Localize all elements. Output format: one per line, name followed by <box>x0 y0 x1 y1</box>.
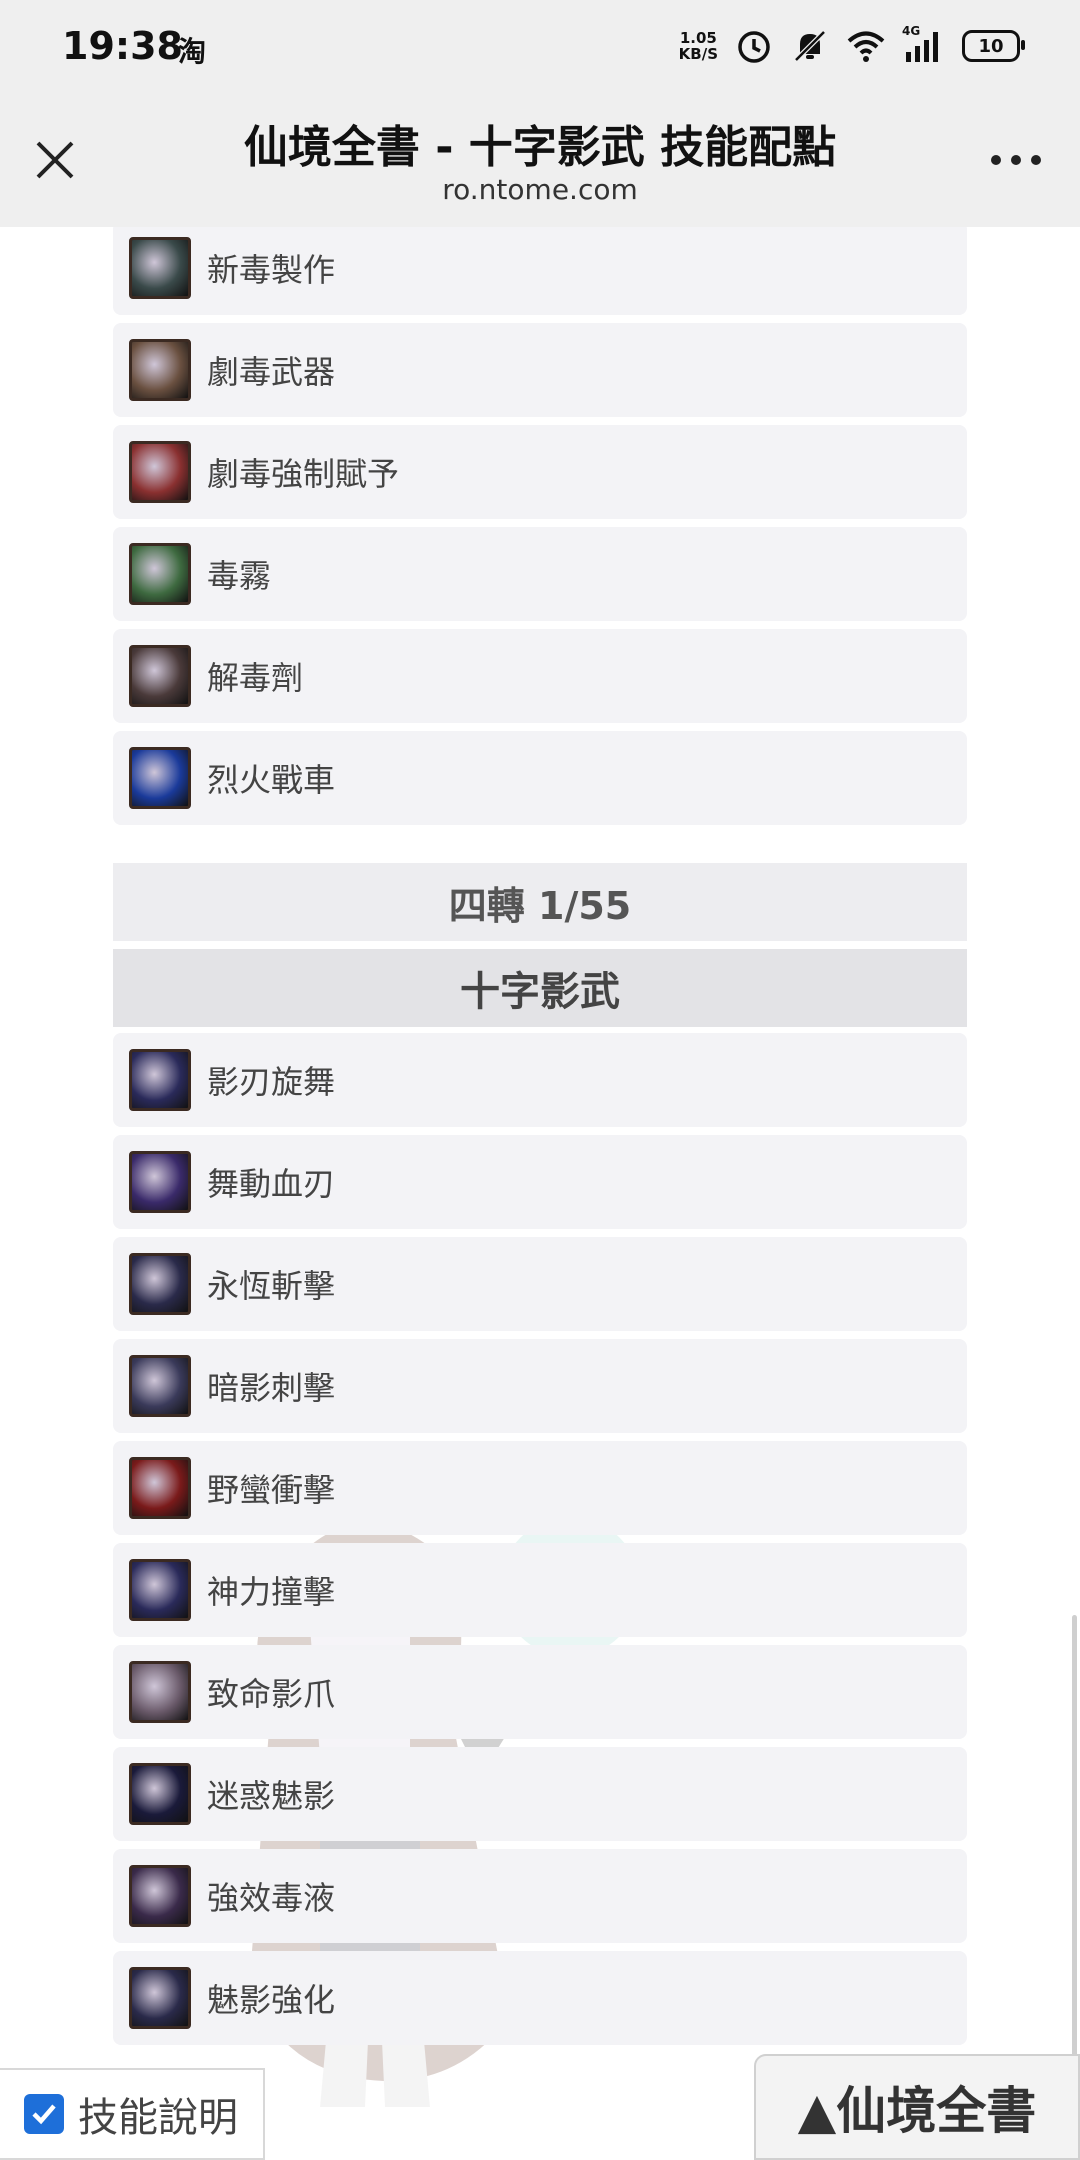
skill-name: 舞動血刃 <box>207 1165 336 1203</box>
skill-row[interactable]: 強效毒液 <box>113 1849 967 1943</box>
skill-name: 影刃旋舞 <box>207 1063 336 1101</box>
skill-name: 神力撞擊 <box>207 1573 336 1611</box>
skill-row[interactable]: 劇毒武器 <box>113 323 967 417</box>
poison-mist-icon <box>129 543 191 605</box>
fourth-job-points-header: 四轉 1/55 <box>113 863 967 941</box>
battery-level: 10 <box>978 35 1004 57</box>
eternal-slash-icon <box>129 1253 191 1315</box>
skill-name: 劇毒強制賦予 <box>207 455 400 493</box>
wifi-icon <box>847 31 885 62</box>
skill-name: 新毒製作 <box>207 251 336 289</box>
poison-enchant-icon <box>129 441 191 503</box>
page-title: 仙境全書 - 十字影武 技能配點 <box>243 122 837 173</box>
checkmark-icon <box>32 2104 56 2125</box>
status-time: 19:38 <box>62 24 183 68</box>
skill-row[interactable]: 烈火戰車 <box>113 731 967 825</box>
skill-name: 永恆斬擊 <box>207 1267 336 1305</box>
skill-name: 強效毒液 <box>207 1879 336 1917</box>
skill-row[interactable]: 毒霧 <box>113 527 967 621</box>
savage-impact-icon <box>129 1457 191 1519</box>
potent-venom-icon <box>129 1865 191 1927</box>
skill-row[interactable]: 魅影強化 <box>113 1951 967 2045</box>
taobao-notification-icon: 淘 <box>178 35 207 68</box>
skill-row[interactable]: 神力撞擊 <box>113 1543 967 1637</box>
skill-name: 烈火戰車 <box>207 761 336 799</box>
skill-row[interactable]: 致命影爪 <box>113 1645 967 1739</box>
skill-name: 致命影爪 <box>207 1675 336 1713</box>
skill-row[interactable]: 舞動血刃 <box>113 1135 967 1229</box>
battery-icon: 10 <box>962 30 1025 62</box>
signal-icon: 4G <box>902 24 946 64</box>
fire-chariot-icon <box>129 747 191 809</box>
network-speed-unit: KB/S <box>678 45 718 63</box>
ro-home-button[interactable]: ▲仙境全書 <box>754 2054 1080 2160</box>
skill-name: 迷惑魅影 <box>207 1777 336 1815</box>
skill-description-toggle[interactable]: 技能說明 <box>0 2068 265 2160</box>
divine-strike-icon <box>129 1559 191 1621</box>
skill-name: 野蠻衝擊 <box>207 1471 336 1509</box>
skill-row[interactable]: 新毒製作 <box>113 227 967 315</box>
skill-row[interactable]: 野蠻衝擊 <box>113 1441 967 1535</box>
page-content: 新毒製作劇毒武器劇毒強制賦予 毒霧解毒劑烈火戰車 四轉 1/55 十字影武 影刃旋… <box>0 227 1080 2160</box>
antidote-icon <box>129 645 191 707</box>
skill-description-checkbox[interactable] <box>24 2094 64 2134</box>
skill-row[interactable]: 解毒劑 <box>113 629 967 723</box>
status-icons: 1.05 KB/S 4G 10 <box>679 24 1025 66</box>
bewitching-phantom-icon <box>129 1763 191 1825</box>
job-name-header: 十字影武 <box>113 949 967 1027</box>
skill-row[interactable]: 劇毒強制賦予 <box>113 425 967 519</box>
skill-list-top: 新毒製作劇毒武器劇毒強制賦予 毒霧解毒劑烈火戰車 <box>113 227 967 833</box>
skill-row[interactable]: 迷惑魅影 <box>113 1747 967 1841</box>
status-bar: 19:38 淘 1.05 KB/S 4G 10 <box>0 0 1080 95</box>
skill-row[interactable]: 暗影刺擊 <box>113 1339 967 1433</box>
browser-title-bar: 仙境全書 - 十字影武 技能配點 ro.ntome.com <box>0 95 1080 227</box>
skill-name: 魅影強化 <box>207 1981 336 2019</box>
signal-label: 4G <box>902 24 921 38</box>
network-speed-value: 1.05 <box>679 29 717 47</box>
deadly-shadow-claw-icon <box>129 1661 191 1723</box>
page-url: ro.ntome.com <box>442 173 638 206</box>
phantom-enhance-icon <box>129 1967 191 2029</box>
skill-row[interactable]: 永恆斬擊 <box>113 1237 967 1331</box>
skill-row[interactable]: 影刃旋舞 <box>113 1033 967 1127</box>
mute-bell-icon <box>794 30 826 62</box>
fourth-job-section: 四轉 1/55 十字影武 影刃旋舞舞動血刃永恆斬擊暗影刺擊野蠻衝擊神力撞擊致命影… <box>113 863 967 2053</box>
skill-name: 劇毒武器 <box>207 353 336 391</box>
poison-skull-icon <box>129 237 191 299</box>
skill-name: 解毒劑 <box>207 659 304 697</box>
more-options-icon[interactable] <box>988 150 1044 170</box>
skill-name: 暗影刺擊 <box>207 1369 336 1407</box>
network-speed: 1.05 KB/S <box>679 30 718 62</box>
dancing-blood-blade-icon <box>129 1151 191 1213</box>
alarm-icon <box>738 31 770 63</box>
skill-name: 毒霧 <box>207 557 272 595</box>
poison-weapon-icon <box>129 339 191 401</box>
shadow-blade-dance-icon <box>129 1049 191 1111</box>
shadow-stab-icon <box>129 1355 191 1417</box>
skill-description-label: 技能說明 <box>78 2095 238 2141</box>
